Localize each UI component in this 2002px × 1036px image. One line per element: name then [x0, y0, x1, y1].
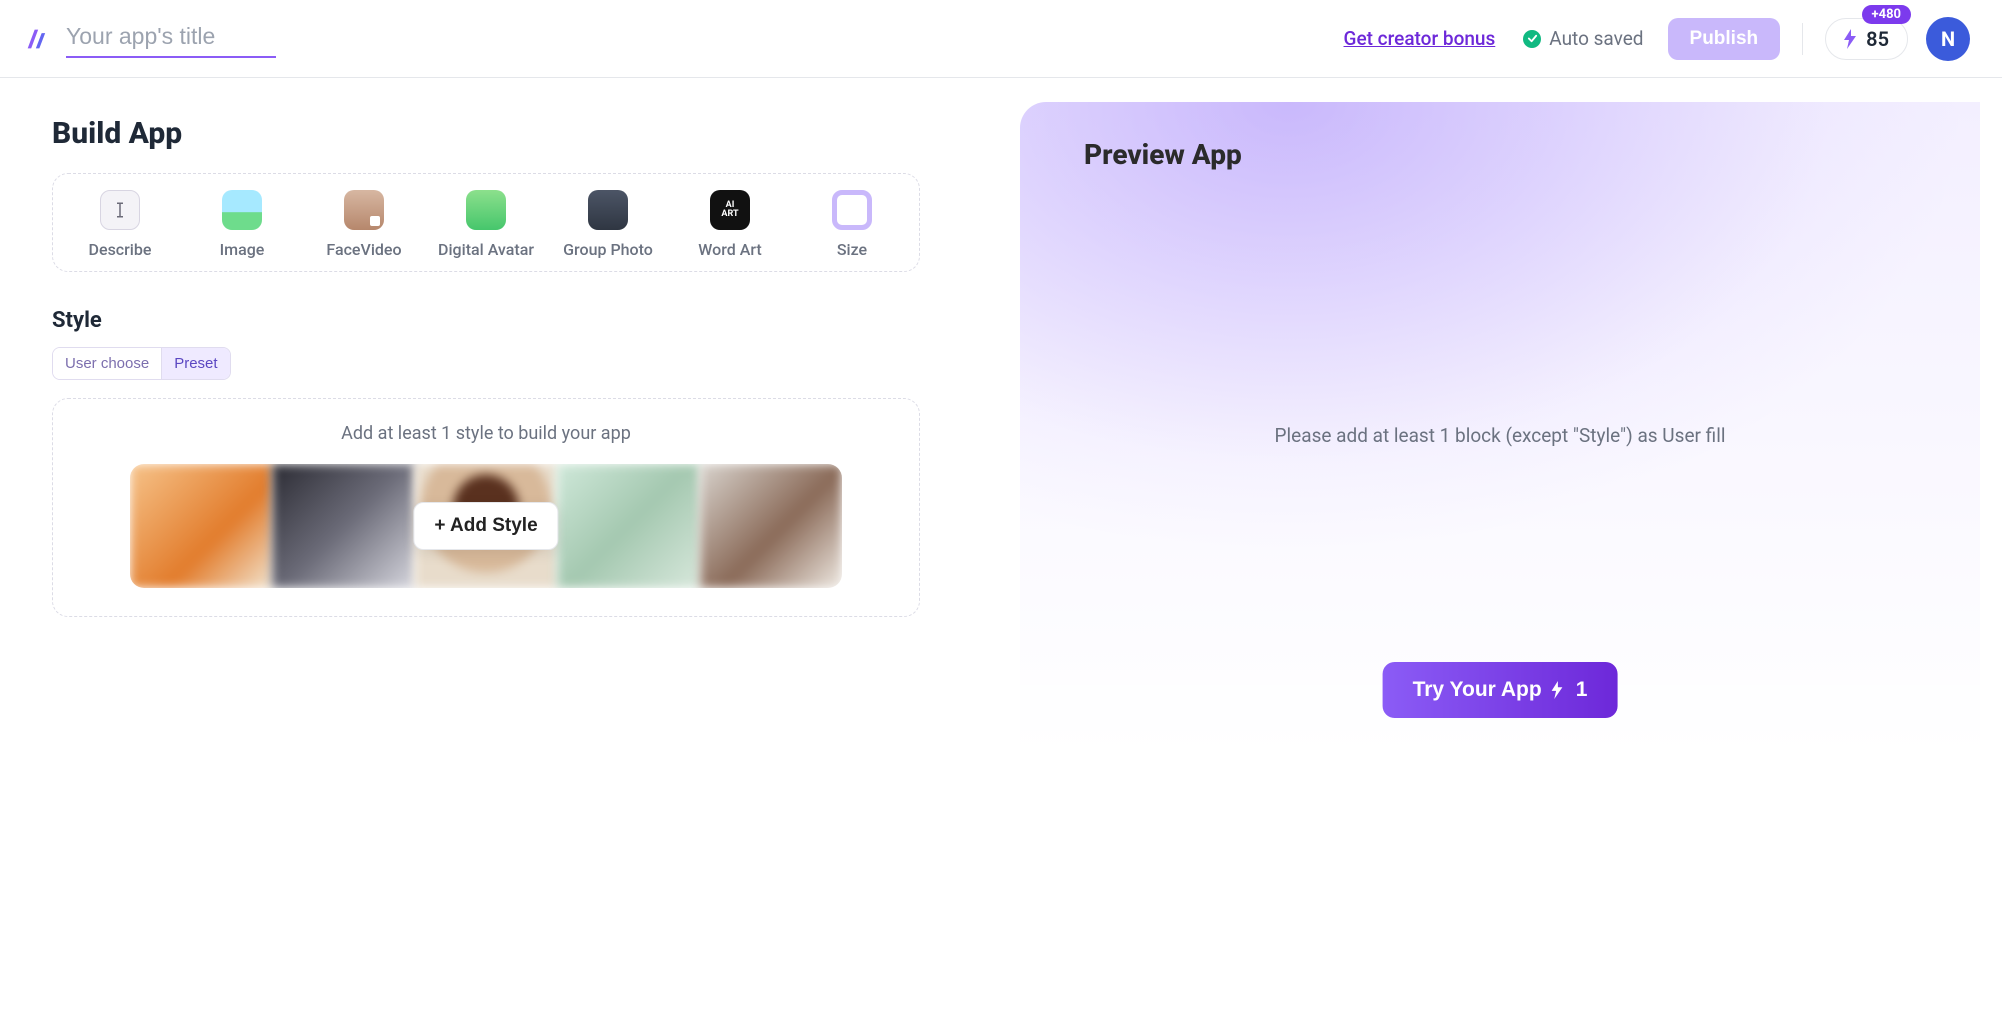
style-thumb	[272, 464, 414, 588]
block-label: Word Art	[698, 240, 761, 259]
credits-pill[interactable]: 85 +480	[1825, 18, 1908, 60]
block-digital-avatar[interactable]: Digital Avatar	[425, 190, 547, 259]
describe-icon	[100, 190, 140, 230]
autosave-label: Auto saved	[1549, 27, 1643, 50]
build-panel: Build App Describe Image FaceVideo Digit…	[0, 78, 1020, 1036]
block-word-art[interactable]: AIART Word Art	[669, 190, 791, 259]
logo-icon	[22, 24, 52, 54]
block-label: Image	[220, 240, 265, 259]
build-title: Build App	[52, 116, 968, 151]
image-icon	[222, 190, 262, 230]
block-label: FaceVideo	[326, 240, 401, 259]
preview-column: Preview App Please add at least 1 block …	[1020, 78, 2002, 1036]
group-photo-icon	[588, 190, 628, 230]
main: Build App Describe Image FaceVideo Digit…	[0, 78, 2002, 1036]
credits-value: 85	[1866, 27, 1889, 51]
block-label: Digital Avatar	[438, 240, 534, 259]
word-art-icon: AIART	[710, 190, 750, 230]
style-mode-segment: User choose Preset	[52, 347, 231, 380]
try-your-app-button[interactable]: Try Your App 1	[1383, 662, 1618, 718]
preview-panel: Preview App Please add at least 1 block …	[1020, 102, 1980, 1036]
block-image[interactable]: Image	[181, 190, 303, 259]
credits-bonus-badge: +480	[1862, 5, 1911, 24]
block-picker: Describe Image FaceVideo Digital Avatar …	[52, 173, 920, 272]
avatar[interactable]: N	[1926, 17, 1970, 61]
style-thumb	[700, 464, 842, 588]
facevideo-icon	[344, 190, 384, 230]
avatar-icon	[466, 190, 506, 230]
creator-bonus-link[interactable]: Get creator bonus	[1344, 27, 1496, 50]
divider	[1802, 23, 1803, 55]
bolt-icon	[1552, 681, 1566, 699]
style-thumb	[130, 464, 272, 588]
preview-hint: Please add at least 1 block (except "Sty…	[1020, 424, 1980, 447]
size-icon	[832, 190, 872, 230]
add-style-button[interactable]: + Add Style	[413, 502, 558, 550]
block-label: Size	[837, 240, 867, 259]
block-label: Describe	[89, 240, 152, 259]
style-thumb	[557, 464, 699, 588]
bolt-icon	[1844, 29, 1860, 49]
preview-title: Preview App	[1084, 138, 1944, 171]
block-group-photo[interactable]: Group Photo	[547, 190, 669, 259]
seg-user-choose[interactable]: User choose	[53, 348, 161, 379]
block-label: Group Photo	[563, 240, 653, 259]
publish-button[interactable]: Publish	[1668, 18, 1781, 60]
app-title-input[interactable]	[66, 19, 276, 58]
style-card: Add at least 1 style to build your app +…	[52, 398, 920, 617]
style-thumbnails: + Add Style	[130, 464, 842, 588]
block-size[interactable]: Size	[791, 190, 913, 259]
try-cost: 1	[1576, 678, 1588, 702]
block-facevideo[interactable]: FaceVideo	[303, 190, 425, 259]
seg-preset[interactable]: Preset	[161, 348, 229, 379]
style-heading: Style	[52, 308, 968, 333]
autosave-status: Auto saved	[1523, 27, 1643, 50]
style-hint: Add at least 1 style to build your app	[73, 423, 899, 444]
try-label: Try Your App	[1413, 678, 1542, 702]
check-circle-icon	[1523, 30, 1541, 48]
app-header: Get creator bonus Auto saved Publish 85 …	[0, 0, 2002, 78]
block-describe[interactable]: Describe	[59, 190, 181, 259]
